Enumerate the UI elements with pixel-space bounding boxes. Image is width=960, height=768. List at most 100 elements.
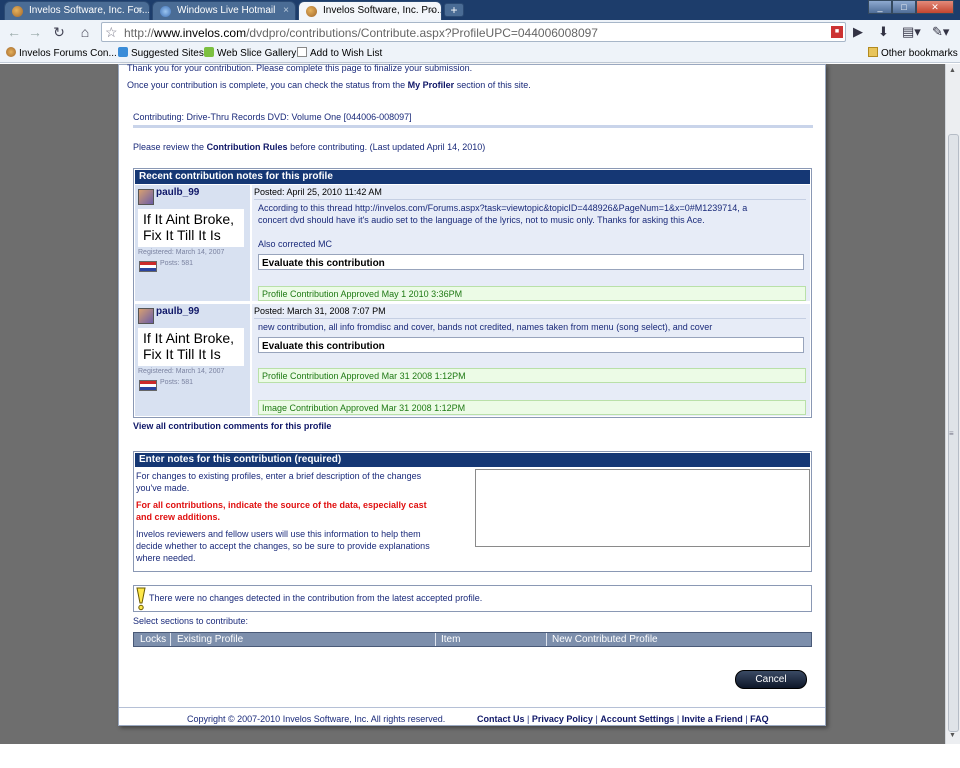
evaluate-contribution-link[interactable]: Evaluate this contribution xyxy=(258,337,804,353)
page-icon xyxy=(297,47,307,57)
contribution-notes-textarea[interactable] xyxy=(475,469,810,547)
close-window-button[interactable]: ✕ xyxy=(916,0,954,14)
invelos-favicon-icon xyxy=(306,6,317,17)
approval-status: Image Contribution Approved Mar 31 2008 … xyxy=(258,400,806,415)
tab-close-icon[interactable]: × xyxy=(283,5,289,16)
flag-icon xyxy=(139,380,157,391)
download-icon[interactable]: ⬇ xyxy=(878,23,889,41)
home-icon[interactable]: ⌂ xyxy=(76,23,94,41)
tab-close-icon[interactable]: × xyxy=(137,5,143,16)
status-area xyxy=(0,744,960,768)
address-bar[interactable]: ☆ http://www.invelos.com/dvdpro/contribu… xyxy=(101,22,846,42)
play-icon[interactable]: ▶ xyxy=(853,23,863,41)
invite-friend-link[interactable]: Invite a Friend xyxy=(682,714,743,724)
column-new-contributed-profile: New Contributed Profile xyxy=(552,634,658,645)
username-link[interactable]: paulb_99 xyxy=(156,187,199,198)
vertical-scrollbar[interactable]: ▲ ≡ ▼ xyxy=(945,64,960,744)
my-profiler-link[interactable]: My Profiler xyxy=(408,80,455,90)
column-item: Item xyxy=(441,634,461,645)
bookmark-star-icon[interactable]: ☆ xyxy=(105,24,118,41)
contribution-page: Thank you for your contribution. Please … xyxy=(118,63,826,726)
minimize-button[interactable]: _ xyxy=(868,0,892,14)
cancel-button[interactable]: Cancel xyxy=(735,670,807,689)
tab-invelos-profile[interactable]: Invelos Software, Inc. Pro... × xyxy=(298,1,442,20)
enter-notes-header: Enter notes for this contribution (requi… xyxy=(135,453,810,467)
approval-status: Profile Contribution Approved May 1 2010… xyxy=(258,286,806,301)
warning-icon xyxy=(136,587,146,611)
warning-text: There were no changes detected in the co… xyxy=(149,593,483,603)
contact-us-link[interactable]: Contact Us xyxy=(477,714,525,724)
invelos-favicon-icon xyxy=(12,6,23,17)
post-user-panel: paulb_99 If It Aint Broke, Fix It Till It… xyxy=(135,185,250,301)
column-locks: Locks xyxy=(140,634,167,645)
post-text: According to this thread http://invelos.… xyxy=(258,203,748,213)
instruction-text: where needed. xyxy=(136,553,196,563)
post-text: new contribution, all info fromdisc and … xyxy=(258,322,713,332)
bookmark-suggested-sites[interactable]: Suggested Sites xyxy=(118,47,204,59)
footer-divider xyxy=(119,707,825,708)
back-arrow-icon[interactable]: ← xyxy=(5,23,23,41)
no-changes-warning: There were no changes detected in the co… xyxy=(133,585,812,612)
username-link[interactable]: paulb_99 xyxy=(156,306,199,317)
post-body-panel: Posted: April 25, 2010 11:42 AM Accordin… xyxy=(252,185,810,301)
registered-date: Registered: March 14, 2007 xyxy=(138,249,225,256)
scroll-down-icon[interactable]: ▼ xyxy=(949,732,956,739)
bookmark-add-to-wish-list[interactable]: Add to Wish List xyxy=(297,47,382,59)
signature: If It Aint Broke, Fix It Till It Is xyxy=(138,209,244,247)
intro-status-text: Once your contribution is complete, you … xyxy=(127,80,531,90)
copyright-text: Copyright © 2007-2010 Invelos Software, … xyxy=(187,714,446,724)
scroll-up-icon[interactable]: ▲ xyxy=(949,67,956,74)
tab-title: Invelos Software, Inc. Pro... xyxy=(323,5,442,16)
page-menu-icon[interactable]: ▤▾ xyxy=(902,23,921,41)
intro-text: Thank you for your contribution. Please … xyxy=(127,63,473,73)
contributing-title: Contributing: Drive-Thru Records DVD: Vo… xyxy=(133,112,412,122)
new-tab-button[interactable]: + xyxy=(444,3,464,17)
registered-date: Registered: March 14, 2007 xyxy=(138,368,225,375)
post-body-panel: Posted: March 31, 2008 7:07 PM new contr… xyxy=(252,304,810,416)
post-count: Posts: 581 xyxy=(160,379,194,386)
pdf-extension-icon[interactable]: ■ xyxy=(831,26,843,38)
ie-favicon-icon xyxy=(118,47,128,57)
faq-link[interactable]: FAQ xyxy=(750,714,769,724)
account-settings-link[interactable]: Account Settings xyxy=(600,714,674,724)
post-date: Posted: April 25, 2010 11:42 AM xyxy=(254,187,382,197)
approval-status: Profile Contribution Approved Mar 31 200… xyxy=(258,368,806,383)
privacy-policy-link[interactable]: Privacy Policy xyxy=(532,714,593,724)
wrench-menu-icon[interactable]: ✎▾ xyxy=(932,23,949,41)
other-bookmarks[interactable]: Other bookmarks xyxy=(868,47,958,59)
tab-hotmail[interactable]: Windows Live Hotmail × xyxy=(152,1,296,20)
forward-arrow-icon[interactable]: → xyxy=(26,23,44,41)
post-text: Also corrected MC xyxy=(258,239,333,249)
post-user-panel: paulb_99 If It Aint Broke, Fix It Till It… xyxy=(135,304,250,416)
instruction-text: For changes to existing profiles, enter … xyxy=(136,471,422,481)
tab-title: Invelos Software, Inc. For... xyxy=(29,5,150,16)
sections-table-header: Locks Existing Profile Item New Contribu… xyxy=(133,632,812,647)
view-all-comments-link[interactable]: View all contribution comments for this … xyxy=(133,421,331,431)
folder-icon xyxy=(868,47,878,57)
post-text: concert dvd should have it's audio set t… xyxy=(258,215,705,225)
footer-links: Contact Us | Privacy Policy | Account Se… xyxy=(477,714,769,724)
footer-separator: | xyxy=(745,714,748,724)
footer-separator: | xyxy=(527,714,530,724)
hotmail-favicon-icon xyxy=(160,6,171,17)
avatar xyxy=(138,308,154,324)
bookmark-web-slice-gallery[interactable]: Web Slice Gallery xyxy=(204,47,296,59)
instruction-text: decide whether to accept the changes, so… xyxy=(136,541,430,551)
instruction-text: you've made. xyxy=(136,483,190,493)
post-count: Posts: 581 xyxy=(160,260,194,267)
reload-icon[interactable]: ↻ xyxy=(50,23,68,41)
evaluate-contribution-link[interactable]: Evaluate this contribution xyxy=(258,254,804,270)
divider xyxy=(254,318,806,319)
web-slice-icon xyxy=(204,47,214,57)
rules-text: Please review the Contribution Rules bef… xyxy=(133,142,486,152)
scroll-grip-icon: ≡ xyxy=(949,429,954,438)
tab-close-icon[interactable]: × xyxy=(429,5,435,16)
contribution-rules-link[interactable]: Contribution Rules xyxy=(207,142,288,152)
divider xyxy=(170,633,171,646)
tab-invelos-forums[interactable]: Invelos Software, Inc. For... × xyxy=(4,1,150,20)
bookmark-invelos-forums[interactable]: Invelos Forums Con... xyxy=(6,47,117,59)
divider xyxy=(254,199,806,200)
maximize-button[interactable]: □ xyxy=(892,0,916,14)
source-warning-text: For all contributions, indicate the sour… xyxy=(136,500,427,510)
divider xyxy=(546,633,547,646)
